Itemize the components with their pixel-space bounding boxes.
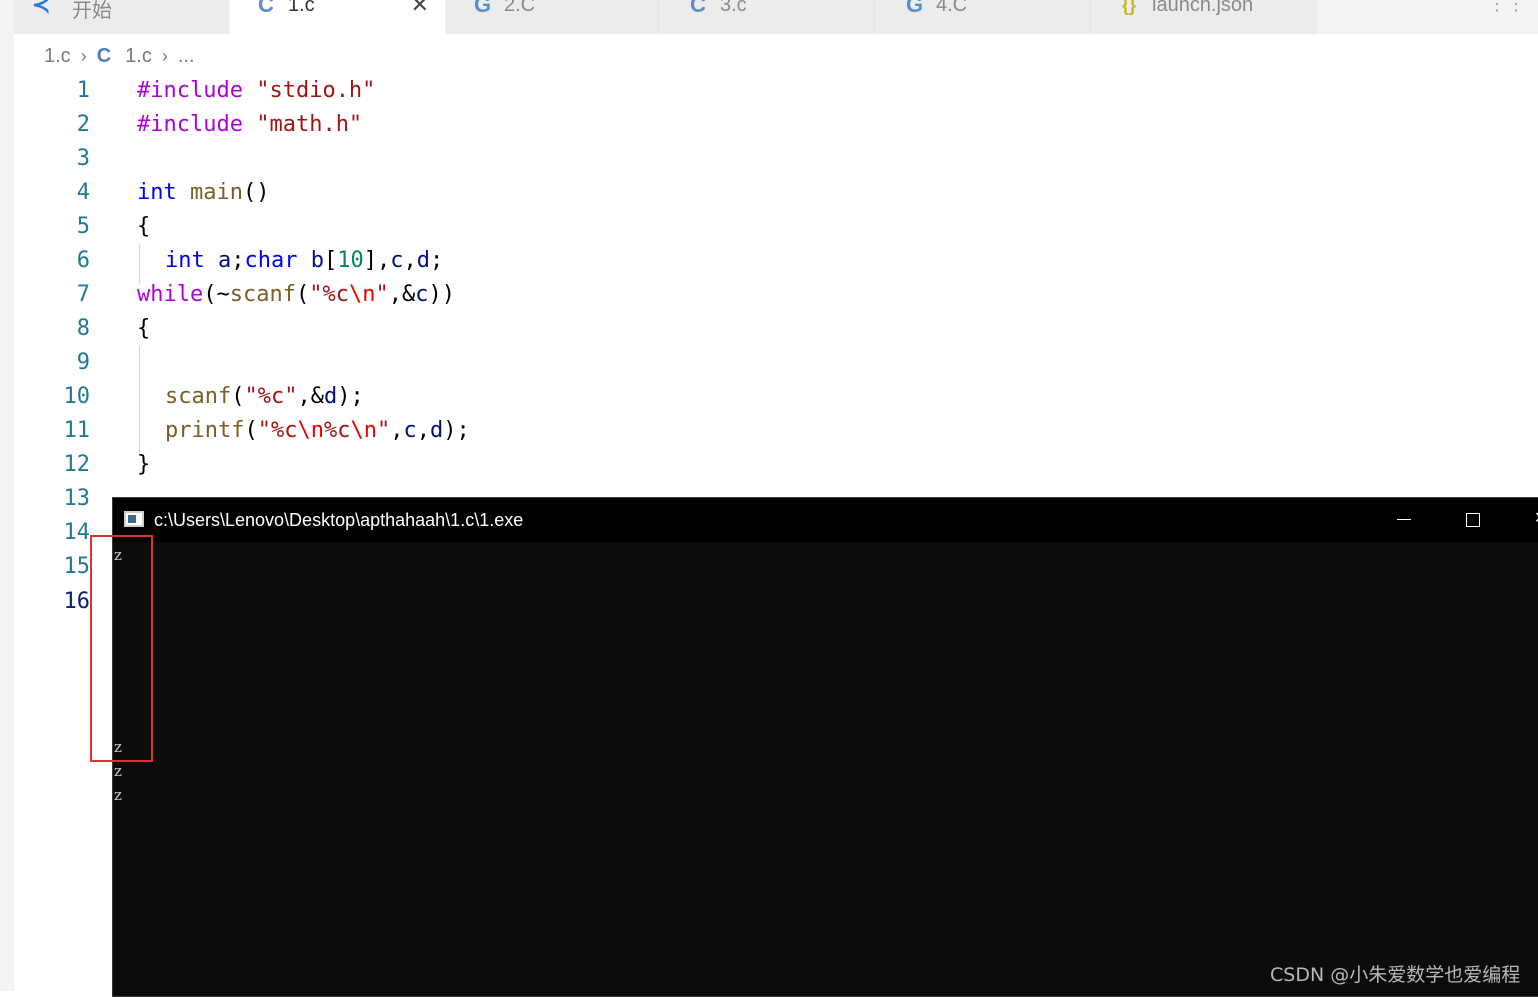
line-number: 16	[63, 589, 91, 614]
vscode-logo-icon: ≺	[32, 0, 51, 17]
minimize-button[interactable]	[1389, 506, 1419, 534]
close-button[interactable]	[1528, 506, 1538, 534]
line-number: 15	[63, 554, 91, 579]
code-line: 4 int main()	[0, 176, 1538, 210]
tab-3c[interactable]: C 3.c	[662, 0, 878, 34]
line-number: 7	[76, 282, 90, 307]
line-number: 4	[76, 180, 90, 205]
code-line: 11 printf("%c\n%c\n",c,d);	[0, 414, 1538, 448]
code-text: while(~scanf("%c\n",&c))	[137, 282, 455, 307]
code-line: 7 while(~scanf("%c\n",&c))	[0, 278, 1538, 312]
close-icon[interactable]: ✕	[411, 0, 429, 18]
cpp-file-icon: G	[474, 0, 492, 17]
line-number: 5	[76, 214, 90, 239]
tab-label: launch.json	[1152, 0, 1254, 16]
line-number: 9	[76, 350, 90, 375]
code-text: int main()	[137, 180, 270, 205]
code-text: {	[137, 214, 151, 239]
console-title: c:\Users\Lenovo\Desktop\apthahaah\1.c\1.…	[154, 510, 524, 530]
line-number: 12	[63, 452, 91, 477]
tab-1c[interactable]: C 1.c ✕	[230, 0, 446, 34]
console-output[interactable]: z z z z	[113, 542, 1538, 996]
more-actions-icon[interactable]: ⋮⋮	[1488, 0, 1526, 15]
editor-tab-bar: ≺ 开始 C 1.c ✕ G 2.C C 3.c G 4.C {} launch…	[14, 0, 1538, 34]
chevron-right-icon: ›	[161, 45, 168, 66]
c-file-icon: C	[96, 44, 112, 67]
c-file-icon: C	[258, 0, 274, 17]
tab-2c[interactable]: G 2.C	[446, 0, 662, 34]
maximize-button[interactable]	[1458, 506, 1488, 534]
code-text: scanf("%c",&d);	[165, 384, 364, 409]
code-text: int a;char b[10],c,d;	[165, 248, 444, 273]
line-number: 6	[76, 248, 90, 273]
breadcrumb-folder[interactable]: 1.c	[44, 45, 71, 68]
line-number: 8	[76, 316, 90, 341]
code-text: #include "stdio.h"	[137, 78, 376, 103]
code-line: 5 {	[0, 210, 1538, 244]
code-line: 6 int a;char b[10],c,d;	[0, 244, 1538, 278]
breadcrumb-file[interactable]: 1.c	[125, 45, 152, 68]
code-text: #include "math.h"	[137, 112, 363, 137]
tab-label: 1.c	[288, 0, 315, 16]
highlight-annotation	[90, 535, 153, 762]
line-number: 14	[63, 520, 91, 545]
tab-start[interactable]: ≺ 开始	[14, 0, 230, 34]
code-line: 9	[0, 346, 1538, 380]
code-line: 8 {	[0, 312, 1538, 346]
console-window[interactable]: c:\Users\Lenovo\Desktop\apthahaah\1.c\1.…	[112, 497, 1538, 997]
watermark: CSDN @小朱爱数学也爱编程	[1270, 964, 1521, 986]
cpp-file-icon: G	[906, 0, 924, 17]
output-line: z	[114, 762, 122, 780]
line-number: 3	[76, 146, 90, 171]
code-line: 12 }	[0, 448, 1538, 482]
tab-label: 开始	[72, 0, 112, 22]
json-file-icon: {}	[1122, 0, 1137, 15]
console-title-bar[interactable]: c:\Users\Lenovo\Desktop\apthahaah\1.c\1.…	[113, 498, 1538, 542]
breadcrumb-symbol[interactable]: ...	[178, 45, 195, 68]
code-line: 10 scanf("%c",&d);	[0, 380, 1538, 414]
console-app-icon[interactable]	[124, 511, 144, 527]
code-text: printf("%c\n%c\n",c,d);	[165, 418, 470, 443]
line-number: 11	[63, 418, 91, 443]
line-number: 13	[63, 486, 91, 511]
line-number: 2	[76, 112, 90, 137]
output-line: z	[114, 786, 122, 804]
chevron-right-icon: ›	[80, 45, 87, 66]
code-text: }	[137, 452, 151, 477]
line-number: 10	[63, 384, 91, 409]
tab-launch-json[interactable]: {} launch.json	[1094, 0, 1318, 34]
code-line: 1 #include "stdio.h"	[0, 74, 1538, 108]
breadcrumb: 1.c › C 1.c › ...	[44, 42, 195, 70]
code-text: {	[137, 316, 151, 341]
code-line: 3	[0, 142, 1538, 176]
tab-label: 4.C	[936, 0, 968, 16]
tab-label: 3.c	[720, 0, 747, 16]
c-file-icon: C	[690, 0, 706, 17]
code-line: 2 #include "math.h"	[0, 108, 1538, 142]
line-number: 1	[76, 78, 90, 103]
tab-4c[interactable]: G 4.C	[878, 0, 1094, 34]
tab-label: 2.C	[504, 0, 536, 16]
